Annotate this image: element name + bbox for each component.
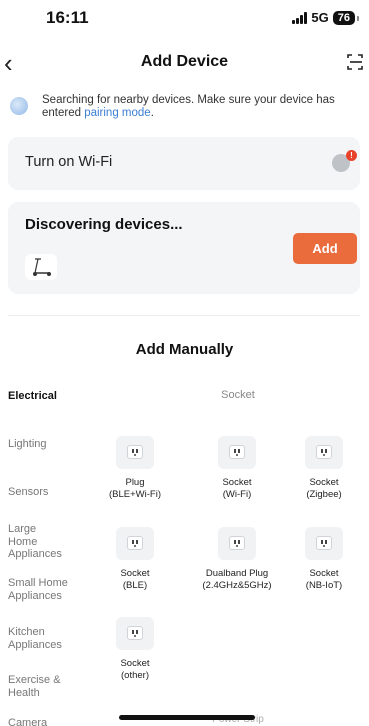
device-socket-wifi[interactable]: Socket (Wi-Fi) — [194, 436, 280, 501]
device-dualband-plug[interactable]: Dualband Plug (2.4GHz&5GHz) — [194, 527, 280, 592]
device-name: Socket — [222, 477, 252, 488]
socket-icon — [116, 617, 154, 650]
signal-icon — [292, 11, 308, 24]
search-hint: Searching for nearby devices. Make sure … — [10, 94, 360, 120]
category-exercise-health[interactable]: Exercise & Health — [8, 674, 68, 699]
page-title: Add Device — [140, 53, 229, 70]
category-sensors[interactable]: Sensors — [8, 486, 48, 499]
device-name: Dualband Plug — [205, 568, 269, 579]
device-sub: (BLE) — [122, 580, 148, 591]
device-sub: (other) — [121, 670, 149, 681]
socket-icon — [116, 527, 154, 560]
device-sub: (Zigbee) — [306, 489, 342, 500]
status-indicators: 5G 76 — [292, 10, 360, 25]
status-time: 16:11 — [46, 8, 89, 27]
device-name: Socket — [120, 658, 150, 669]
category-lighting[interactable]: Lighting — [8, 438, 47, 451]
socket-icon — [116, 436, 154, 469]
device-name: Socket — [309, 568, 339, 579]
device-socket-ble[interactable]: Socket (BLE) — [92, 527, 178, 592]
socket-icon — [218, 527, 256, 560]
add-manually-title: Add Manually — [135, 341, 234, 358]
status-bar: 16:11 5G 76 — [0, 0, 369, 34]
wifi-card[interactable]: Turn on Wi-Fi ! — [8, 137, 360, 190]
battery-icon: 76 — [332, 10, 360, 25]
hint-suffix: . — [150, 107, 154, 119]
socket-icon — [305, 527, 343, 560]
category-camera[interactable]: Camera — [8, 717, 47, 726]
device-socket-zigbee[interactable]: Socket (Zigbee) — [281, 436, 367, 501]
device-sub: (BLE+Wi-Fi) — [109, 489, 161, 500]
scan-icon[interactable] — [347, 53, 363, 71]
device-plug-ble-wifi[interactable]: Plug (BLE+Wi-Fi) — [92, 436, 178, 501]
device-socket-nb-iot[interactable]: Socket (NB-IoT) — [281, 527, 367, 592]
scooter-icon — [25, 254, 57, 280]
socket-column-header: Socket — [221, 389, 255, 401]
discover-card: Discovering devices... Add — [8, 202, 360, 294]
home-indicator[interactable] — [119, 715, 255, 720]
pairing-mode-link[interactable]: pairing mode — [84, 107, 150, 119]
divider — [8, 315, 360, 316]
device-name: Socket — [120, 568, 150, 579]
device-name: Plug — [125, 477, 145, 488]
category-small-home-appliances[interactable]: Small Home Appliances — [8, 577, 80, 602]
category-electrical[interactable]: Electrical — [8, 390, 57, 403]
socket-icon — [218, 436, 256, 469]
wifi-label: Turn on Wi-Fi — [25, 154, 113, 170]
category-large-home-appliances[interactable]: Large Home Appliances — [8, 523, 68, 561]
device-socket-other[interactable]: Socket (other) — [92, 617, 178, 682]
device-name: Socket — [309, 477, 339, 488]
socket-icon — [305, 436, 343, 469]
nav-bar: ‹ Add Device — [0, 46, 369, 80]
device-sub: (Wi-Fi) — [222, 489, 252, 500]
network-label: 5G — [311, 10, 329, 25]
add-button[interactable]: Add — [293, 233, 357, 264]
category-kitchen-appliances[interactable]: Kitchen Appliances — [8, 626, 68, 651]
radar-icon — [10, 97, 28, 115]
alert-badge: ! — [346, 150, 357, 161]
discover-title: Discovering devices... — [25, 216, 183, 233]
device-sub: (2.4GHz&5GHz) — [202, 580, 272, 591]
device-sub: (NB-IoT) — [305, 580, 343, 591]
